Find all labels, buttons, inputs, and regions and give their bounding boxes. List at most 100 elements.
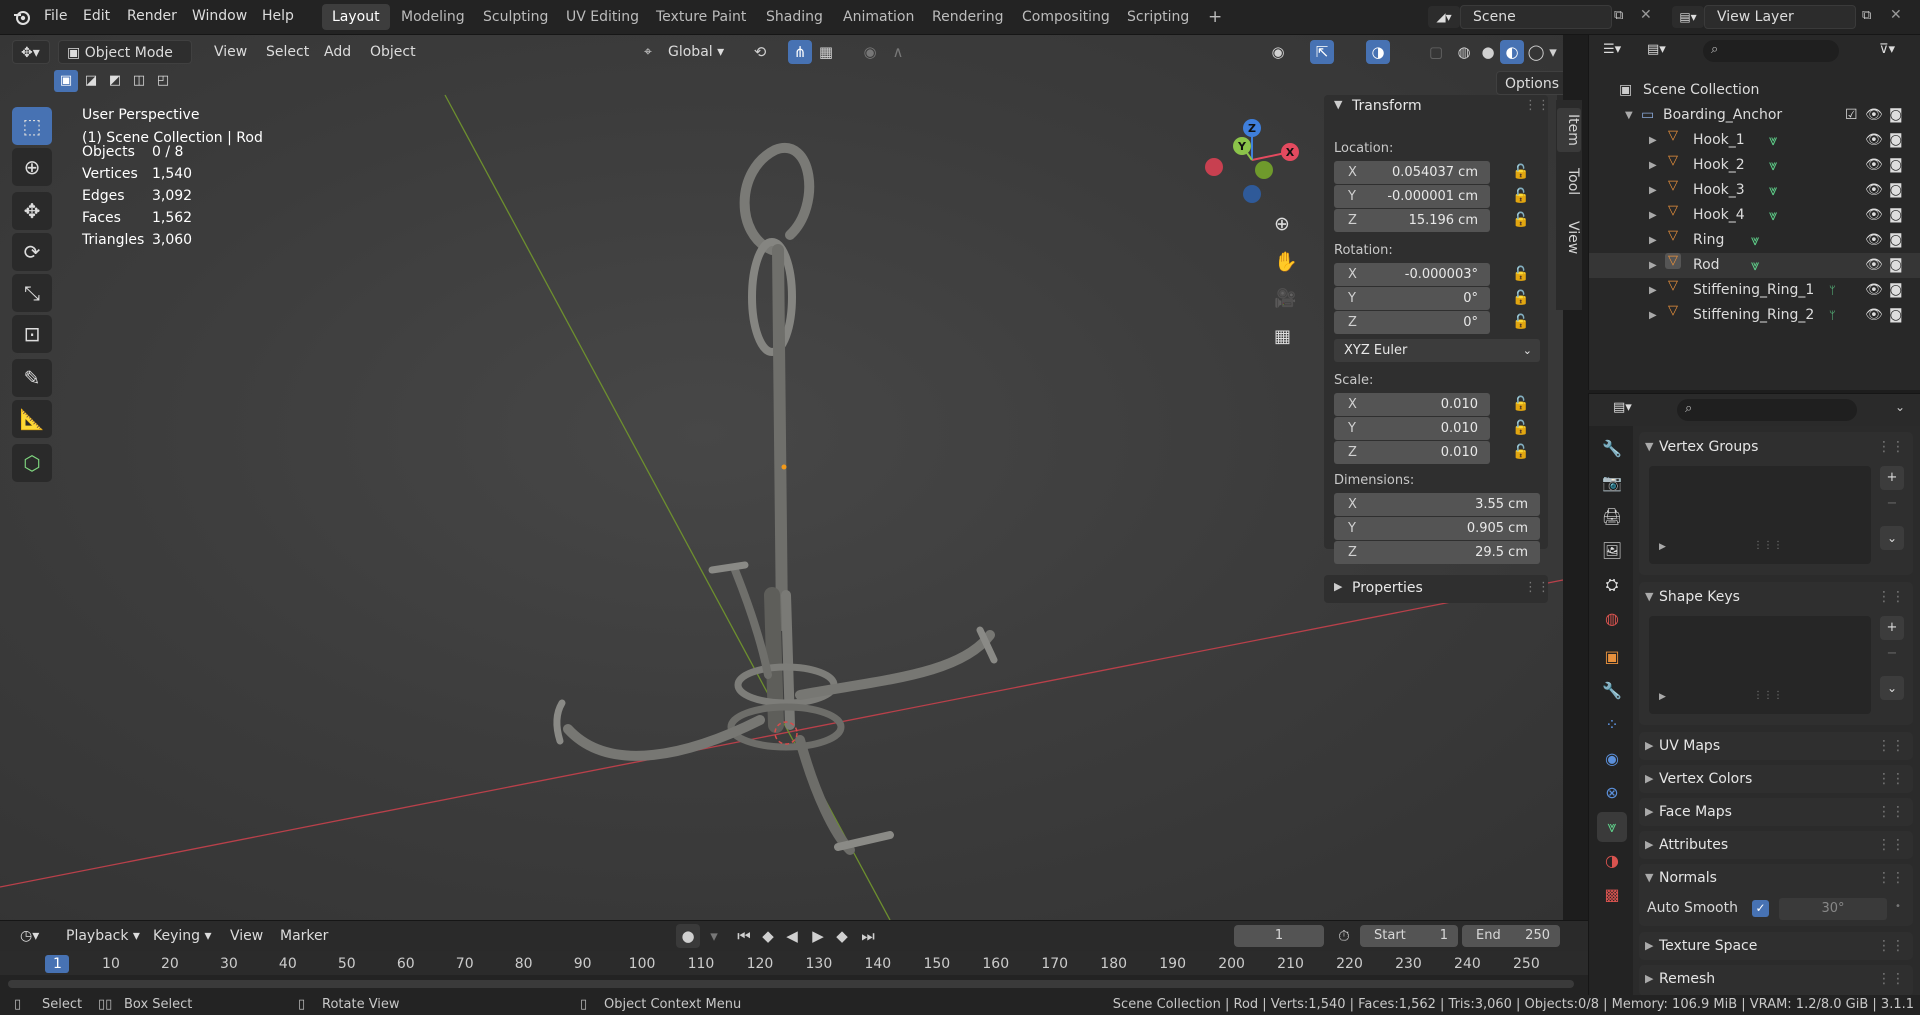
dimension-y-field[interactable]: Y 0.905 cm — [1334, 517, 1540, 540]
tab-layout[interactable]: Layout — [322, 4, 390, 30]
menu-file[interactable]: File — [44, 8, 67, 24]
render-tab-icon[interactable]: 📷 — [1597, 468, 1627, 498]
select-subtract-icon[interactable]: ◩ — [104, 70, 126, 92]
snap-target-icon[interactable]: ▦ — [814, 40, 838, 64]
play-reverse-icon[interactable]: ◀ — [780, 924, 804, 948]
drag-grip-icon[interactable]: ⋮⋮ — [1524, 580, 1550, 595]
scale-y-field[interactable]: Y 0.010 — [1334, 417, 1490, 440]
zoom-icon[interactable]: ⊕ — [1274, 213, 1290, 235]
drag-grip-icon[interactable]: ⋮⋮ — [1877, 765, 1905, 793]
rendered-shading-icon[interactable]: ◯ — [1524, 40, 1548, 64]
select-box-tool-icon[interactable]: ⬚ — [12, 107, 52, 145]
expand-icon[interactable]: ▶ — [1649, 228, 1657, 253]
drag-grip-icon[interactable]: ⋮⋮ — [1524, 98, 1550, 113]
transform-orientation-selector[interactable]: Global ▾ — [660, 40, 740, 64]
visibility-eye-icon[interactable]: 👁 — [1865, 303, 1883, 328]
clock-editor-icon[interactable]: ◷▾ — [12, 924, 47, 948]
rotation-y-field[interactable]: Y 0° — [1334, 287, 1490, 310]
location-z-field[interactable]: Z 15.196 cm — [1334, 209, 1490, 232]
visibility-eye-icon[interactable]: 👁 — [1865, 103, 1883, 128]
mode-selector[interactable]: ▣ Object Mode ▾ — [58, 40, 192, 85]
scene-tab-icon[interactable]: ⛭ — [1597, 570, 1627, 600]
normals-header[interactable]: ▼ Normals ⋮⋮ — [1639, 864, 1913, 892]
outliner-item-ring[interactable]: ▶ ▽ Ring ⩔ 👁 ◙ — [1589, 228, 1920, 253]
mesh-data-icon[interactable]: ⩔ — [1769, 153, 1777, 178]
outliner-item-stiffening-ring-2[interactable]: ▶ ▽ Stiffening_Ring_2 ᛘ 👁 ◙ — [1589, 303, 1920, 328]
next-keyframe-icon[interactable]: ◆ — [830, 924, 854, 948]
delete-view-layer-icon[interactable]: ✕ — [1890, 7, 1902, 23]
tab-animation[interactable]: Animation — [833, 4, 924, 30]
mesh-data-icon[interactable]: ⩔ — [1769, 203, 1777, 228]
tab-item[interactable]: Item — [1557, 108, 1581, 152]
expand-icon[interactable]: ▶ — [1649, 153, 1657, 178]
tab-rendering[interactable]: Rendering — [922, 4, 1014, 30]
outliner-item-hook-3[interactable]: ▶ ▽ Hook_3 ⩔ 👁 ◙ — [1589, 178, 1920, 203]
properties-header[interactable]: ▶ Properties ⋮⋮ — [1324, 575, 1550, 603]
expand-icon[interactable]: ▶ — [1649, 178, 1657, 203]
view-layer-icon[interactable]: ▤▾ — [1672, 6, 1704, 28]
scale-tool-icon[interactable]: ⤡ — [12, 274, 52, 312]
expand-icon[interactable]: ▶ — [1649, 253, 1657, 278]
lock-icon[interactable]: 🔓 — [1512, 212, 1530, 230]
play-icon[interactable]: ▶ — [806, 924, 830, 948]
tab-texture-paint[interactable]: Texture Paint — [646, 4, 756, 30]
vertex-groups-list[interactable]: ▶ ⋮⋮⋮ — [1649, 466, 1871, 564]
menu-edit[interactable]: Edit — [83, 8, 110, 24]
vertex-group-specials-icon[interactable]: ⌄ — [1880, 526, 1904, 550]
rotate-tool-icon[interactable]: ⟳ — [12, 233, 52, 271]
preview-range-icon[interactable]: ⏱ — [1332, 924, 1356, 948]
object-tab-icon[interactable]: ▣ — [1597, 642, 1627, 672]
drag-grip-icon[interactable]: ⋮⋮ — [1877, 432, 1905, 462]
vertex-data-icon[interactable]: ᛘ — [1829, 303, 1836, 328]
transform-tool-icon[interactable]: ⊡ — [12, 315, 52, 353]
lock-icon[interactable]: 🔓 — [1512, 188, 1530, 206]
auto-smooth-angle-field[interactable]: 30° — [1779, 898, 1887, 920]
constraints-tab-icon[interactable]: ⊗ — [1597, 778, 1627, 808]
outliner-collection[interactable]: ▼ ▭ Boarding_Anchor ☑ 👁 ◙ — [1589, 103, 1920, 128]
add-vertex-group-button[interactable]: + — [1880, 466, 1904, 490]
lock-icon[interactable]: 🔓 — [1512, 396, 1530, 414]
add-cube-tool-icon[interactable]: ⬡ — [12, 444, 52, 482]
filter-icon[interactable]: ⊽▾ — [1879, 42, 1895, 57]
render-camera-icon[interactable]: ◙ — [1889, 103, 1903, 128]
falloff-icon[interactable]: ∧ — [886, 40, 910, 64]
current-frame-field[interactable]: 1 — [1234, 925, 1324, 947]
visibility-eye-icon[interactable]: 👁 — [1865, 178, 1883, 203]
lock-icon[interactable]: 🔓 — [1512, 420, 1530, 438]
scene-selector[interactable]: Scene — [1460, 5, 1612, 29]
expand-icon[interactable]: ▶ — [1659, 692, 1666, 702]
record-icon[interactable]: ● — [676, 924, 700, 948]
rotation-mode-select[interactable]: XYZ Euler ⌄ — [1334, 339, 1540, 362]
drag-grip-icon[interactable]: ⋮⋮ — [1877, 798, 1905, 826]
pivot-icon[interactable]: ⟲ — [748, 40, 772, 64]
vertex-data-icon[interactable]: ᛘ — [1829, 278, 1836, 303]
drag-grip-icon[interactable]: ⋮⋮ — [1877, 831, 1905, 859]
attributes-panel[interactable]: ▶ Attributes ⋮⋮ — [1639, 831, 1913, 859]
visibility-eye-icon[interactable]: 👁 — [1865, 228, 1883, 253]
texture-space-panel[interactable]: ▶ Texture Space ⋮⋮ — [1639, 932, 1913, 960]
render-camera-icon[interactable]: ◙ — [1889, 303, 1903, 328]
navigation-gizmo[interactable]: X Z Y — [1200, 108, 1310, 218]
tab-compositing[interactable]: Compositing — [1012, 4, 1120, 30]
shading-dropdown-icon[interactable]: ▾ — [1546, 40, 1560, 64]
add-workspace-button[interactable]: + — [1198, 4, 1232, 30]
solid-shading-icon[interactable]: ● — [1476, 40, 1500, 64]
outliner-item-hook-2[interactable]: ▶ ▽ Hook_2 ⩔ 👁 ◙ — [1589, 153, 1920, 178]
display-mode-icon[interactable]: ▤▾ — [1647, 42, 1666, 57]
timeline-scrollbar[interactable] — [8, 980, 1574, 988]
options-dropdown[interactable]: Options ▾ — [1496, 71, 1563, 116]
rotation-z-field[interactable]: Z 0° — [1334, 311, 1490, 334]
outliner-item-hook-4[interactable]: ▶ ▽ Hook_4 ⩔ 👁 ◙ — [1589, 203, 1920, 228]
outliner-search-input[interactable]: ⌕ — [1703, 40, 1839, 62]
mesh-data-icon[interactable]: ⩔ — [1769, 178, 1777, 203]
view-layer-tab-icon[interactable]: 🖼 — [1597, 536, 1627, 566]
remesh-panel[interactable]: ▶ Remesh ⋮⋮ — [1639, 965, 1913, 996]
prev-keyframe-icon[interactable]: ◆ — [756, 924, 780, 948]
menu-select[interactable]: Select — [258, 40, 317, 64]
render-camera-icon[interactable]: ◙ — [1889, 178, 1903, 203]
render-camera-icon[interactable]: ◙ — [1889, 153, 1903, 178]
visibility-icon[interactable]: ◉ — [1266, 40, 1290, 64]
expand-icon[interactable]: ▶ — [1649, 278, 1657, 303]
drag-grip-icon[interactable]: ⋮⋮ — [1877, 732, 1905, 760]
mesh-data-icon[interactable]: ⩔ — [1769, 128, 1777, 153]
